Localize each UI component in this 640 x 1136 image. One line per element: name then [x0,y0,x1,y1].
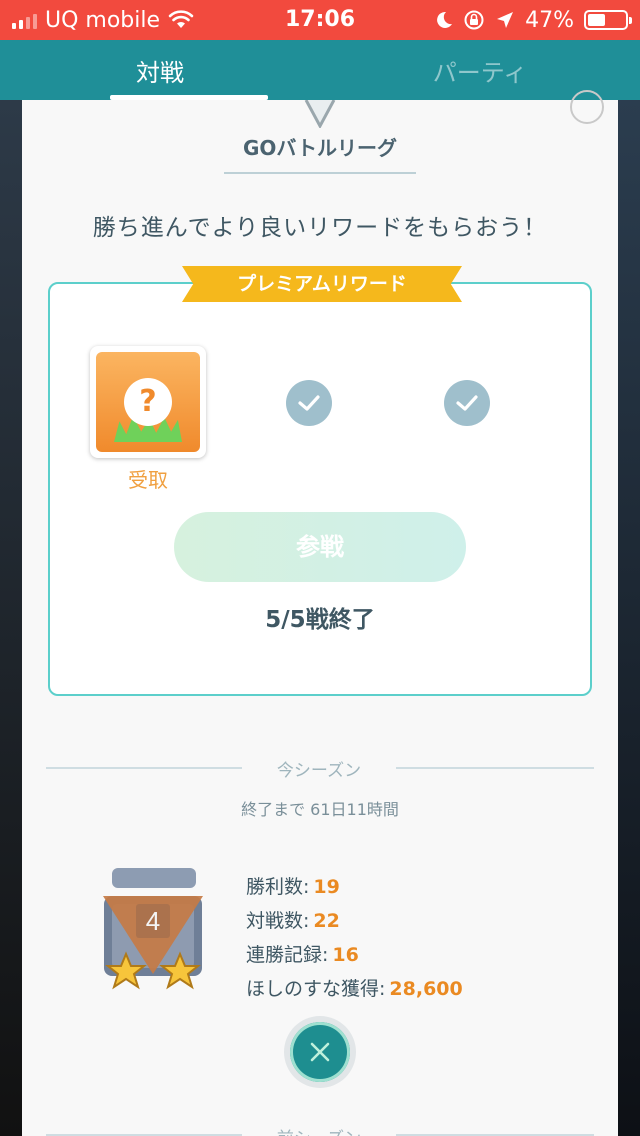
stat-value: 19 [313,876,340,898]
status-bar: UQ mobile 17:06 47% [0,0,640,40]
league-tagline: 勝ち進んでより良いリワードをもらおう！ [92,215,548,241]
help-icon[interactable] [570,90,604,124]
rank-number: 4 [146,906,160,936]
league-emblem-icon [304,100,336,128]
rank-badge-icon: 4 [103,868,203,990]
stat-battles: 対戦数: 22 [246,904,463,938]
stat-label: 連勝記録: [246,944,329,966]
stat-value: 22 [313,910,340,932]
close-icon [290,1022,350,1082]
check-icon [444,380,490,426]
season-stats: 勝利数: 19 対戦数: 22 連勝記録: 16 ほしのすな獲得: 28,600 [246,870,463,1006]
league-title: GOバトルリーグ [224,134,416,174]
season-divider-left [46,767,242,769]
orientation-lock-icon [464,10,484,30]
status-right: 47% [435,0,632,40]
battle-panel: GOバトルリーグ 勝ち進んでより良いリワードをもらおう！ プレミアムリワード ?… [22,90,618,1136]
battles-completed-text: 5/5戦終了 [265,607,375,633]
reward-ribbon: プレミアムリワード [182,266,462,302]
close-button[interactable] [284,1016,356,1088]
battery-fill [588,14,605,26]
tab-party-label: パーティ [432,58,528,87]
reward-receive-label: 受取 [128,468,168,492]
previous-season-label: 前シーズン [242,1124,396,1136]
stat-value: 28,600 [389,978,463,1000]
tab-bar: 対戦 パーティ [0,40,640,100]
stat-win-streak: 連勝記録: 16 [246,938,463,972]
stat-value: 16 [332,944,359,966]
join-battle-button[interactable]: 参戦 [174,512,466,582]
season-divider-right [396,767,594,769]
check-icon [286,380,332,426]
stat-stardust: ほしのすな獲得: 28,600 [246,972,463,1006]
reward-item[interactable]: ? [90,346,206,458]
stat-wins: 勝利数: 19 [246,870,463,904]
tab-battle[interactable]: 対戦 [0,40,320,100]
stat-label: 勝利数: [246,876,310,898]
stat-label: 対戦数: [246,910,310,932]
moon-icon [437,11,453,28]
season-remaining: 終了まで 61日11時間 [241,800,399,819]
premium-reward-box: プレミアムリワード ? 受取 参戦 5/5戦終了 [48,266,592,696]
background-left [0,100,22,1136]
background-right [618,100,640,1136]
question-mark: ? [124,378,172,426]
battery-percent: 47% [525,7,574,33]
location-icon [497,12,514,28]
stat-label: ほしのすな獲得: [246,978,386,1000]
question-mark-grass-icon: ? [96,352,200,452]
battery-icon [584,10,632,30]
season-label: 今シーズン [276,761,362,781]
tab-battle-label: 対戦 [136,58,184,87]
